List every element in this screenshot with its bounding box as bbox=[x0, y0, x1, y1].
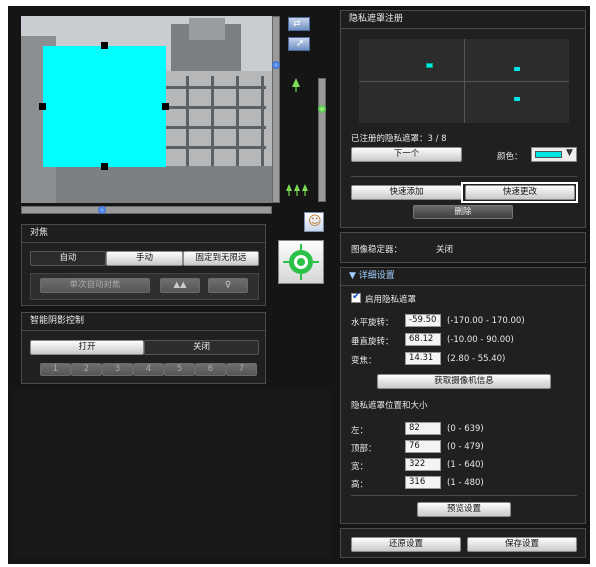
height-input[interactable]: 316 bbox=[405, 476, 441, 489]
check-icon: ✔ bbox=[352, 291, 361, 302]
restore-settings-button[interactable]: 还原设置 bbox=[351, 537, 461, 552]
mask-separator bbox=[351, 176, 577, 177]
delete-mask-button[interactable]: 删除 bbox=[413, 205, 513, 219]
position-size-title: 隐私遮罩位置和大小 bbox=[351, 401, 428, 411]
mask-map[interactable] bbox=[359, 39, 569, 123]
preview-settings-button[interactable]: 预览设置 bbox=[417, 502, 511, 517]
mask-marker-2[interactable] bbox=[514, 67, 520, 71]
height-label: 高： bbox=[351, 480, 369, 490]
pan-slider-thumb[interactable] bbox=[98, 206, 106, 214]
zoom-range: (2.80 - 55.40) bbox=[447, 354, 506, 364]
color-select[interactable]: ▼ bbox=[531, 147, 577, 162]
focus-near-button[interactable]: ♀ bbox=[208, 278, 248, 293]
mask-marker-3[interactable] bbox=[514, 97, 520, 101]
zoom-tele-icon bbox=[292, 78, 300, 92]
tilt-slider[interactable] bbox=[272, 16, 280, 203]
top-label: 顶部： bbox=[351, 444, 377, 454]
resize-icon: ⇄ bbox=[293, 19, 301, 29]
footer-panel: 还原设置 保存设置 bbox=[340, 528, 586, 558]
enable-mask-label: 启用隐私遮罩 bbox=[365, 295, 417, 305]
pan-slider[interactable] bbox=[21, 206, 272, 214]
mask-handle-left[interactable] bbox=[39, 103, 46, 110]
shade-level-6[interactable]: 6 bbox=[195, 363, 226, 376]
height-range: (1 - 480) bbox=[447, 478, 484, 488]
width-range: (1 - 640) bbox=[447, 460, 484, 470]
shade-level-5[interactable]: 5 bbox=[164, 363, 195, 376]
details-title[interactable]: ▼ 详细设置 bbox=[341, 268, 585, 286]
focus-panel: 对焦 自动 手动 固定到无限远 单次自动对焦 ▲▲ ♀ bbox=[21, 224, 266, 306]
enable-mask-checkbox[interactable]: ✔ bbox=[351, 291, 361, 303]
home-position-button[interactable] bbox=[278, 240, 324, 284]
user-settings-button[interactable]: ☺ bbox=[304, 212, 324, 232]
smart-shade-panel: 智能阴影控制 打开 关闭 1 2 3 4 5 6 7 bbox=[21, 312, 266, 384]
pan-input[interactable]: -59.50 bbox=[405, 314, 441, 327]
zoom-input[interactable]: 14.31 bbox=[405, 352, 441, 365]
tilt-label: 垂直旋转： bbox=[351, 337, 394, 347]
shade-off-button[interactable]: 关闭 bbox=[144, 340, 259, 355]
focus-infinity-button[interactable]: 固定到无限远 bbox=[183, 251, 259, 266]
focus-auto-button[interactable]: 自动 bbox=[30, 251, 106, 266]
left-range: (0 - 639) bbox=[447, 424, 484, 434]
focus-far-button[interactable]: ▲▲ bbox=[160, 278, 200, 293]
privacy-mask-title: 隐私遮罩注册 bbox=[341, 11, 585, 29]
get-camera-info-button[interactable]: 获取摄像机信息 bbox=[377, 374, 551, 389]
shade-level-7[interactable]: 7 bbox=[226, 363, 257, 376]
shade-level-1[interactable]: 1 bbox=[40, 363, 71, 376]
focus-title: 对焦 bbox=[22, 225, 265, 243]
tilt-input[interactable]: 68.12 bbox=[405, 333, 441, 346]
video-viewer[interactable] bbox=[21, 16, 272, 203]
left-bottom-area bbox=[12, 390, 333, 558]
mask-marker-1[interactable] bbox=[426, 63, 433, 68]
zoom-wide-icon bbox=[286, 184, 310, 196]
privacy-mask-panel: 隐私遮罩注册 已注册的隐私遮罩：3 / 8 下一个 颜色： ▼ 快速添加 快速更… bbox=[340, 10, 586, 228]
stabilizer-panel: 图像稳定器： 关闭 bbox=[340, 232, 586, 263]
shade-level-2[interactable]: 2 bbox=[71, 363, 102, 376]
zoom-slider[interactable] bbox=[318, 78, 326, 202]
cursor-icon: ➚ bbox=[296, 38, 305, 49]
app-window: ⇄ ➚ ☺ 对焦 自动 手动 固定到无限远 单次自动对焦 ▲▲ ♀ 智能阴影控制… bbox=[8, 6, 590, 564]
map-v-line bbox=[464, 39, 465, 123]
left-label: 左： bbox=[351, 426, 369, 436]
stabilizer-value: 关闭 bbox=[436, 245, 454, 255]
top-input[interactable]: 76 bbox=[405, 440, 441, 453]
details-panel: ▼ 详细设置 ✔ 启用隐私遮罩 水平旋转： -59.50 (-170.00 - … bbox=[340, 267, 586, 524]
zoom-slider-thumb[interactable] bbox=[318, 105, 326, 113]
pointer-tool-button[interactable]: ➚ bbox=[288, 37, 310, 51]
one-shot-af-button[interactable]: 单次自动对焦 bbox=[40, 278, 150, 293]
target-icon bbox=[283, 244, 319, 280]
shade-level-3[interactable]: 3 bbox=[102, 363, 133, 376]
tilt-range: (-10.00 - 90.00) bbox=[447, 335, 514, 345]
color-label: 颜色： bbox=[497, 152, 523, 162]
quick-change-button[interactable]: 快速更改 bbox=[465, 185, 575, 200]
tilt-slider-thumb[interactable] bbox=[272, 61, 280, 69]
mask-handle-top[interactable] bbox=[101, 42, 108, 49]
color-swatch bbox=[535, 151, 562, 158]
mask-handle-bottom[interactable] bbox=[101, 163, 108, 170]
smart-shade-title: 智能阴影控制 bbox=[22, 313, 265, 331]
top-range: (0 - 479) bbox=[447, 442, 484, 452]
mask-handle-right[interactable] bbox=[162, 103, 169, 110]
left-input[interactable]: 82 bbox=[405, 422, 441, 435]
save-settings-button[interactable]: 保存设置 bbox=[467, 537, 577, 552]
mountain-icon: ▲▲ bbox=[173, 280, 187, 290]
quick-add-button[interactable]: 快速添加 bbox=[351, 185, 462, 200]
stabilizer-label: 图像稳定器： bbox=[351, 245, 403, 255]
focus-manual-button[interactable]: 手动 bbox=[106, 251, 183, 266]
pan-label: 水平旋转： bbox=[351, 318, 394, 328]
width-label: 宽： bbox=[351, 462, 369, 472]
privacy-mask-area[interactable] bbox=[43, 46, 166, 167]
pan-range: (-170.00 - 170.00) bbox=[447, 316, 525, 326]
user-icon: ☺ bbox=[308, 214, 322, 229]
shade-level-4[interactable]: 4 bbox=[133, 363, 164, 376]
next-mask-button[interactable]: 下一个 bbox=[351, 147, 462, 162]
width-input[interactable]: 322 bbox=[405, 458, 441, 471]
chevron-down-icon: ▼ bbox=[566, 148, 573, 158]
zoom-label: 变焦： bbox=[351, 356, 377, 366]
person-icon: ♀ bbox=[224, 280, 232, 290]
shade-on-button[interactable]: 打开 bbox=[30, 340, 144, 355]
details-separator bbox=[351, 495, 577, 496]
registered-count: 已注册的隐私遮罩：3 / 8 bbox=[351, 134, 447, 144]
viewer-size-button[interactable]: ⇄ bbox=[288, 17, 310, 31]
